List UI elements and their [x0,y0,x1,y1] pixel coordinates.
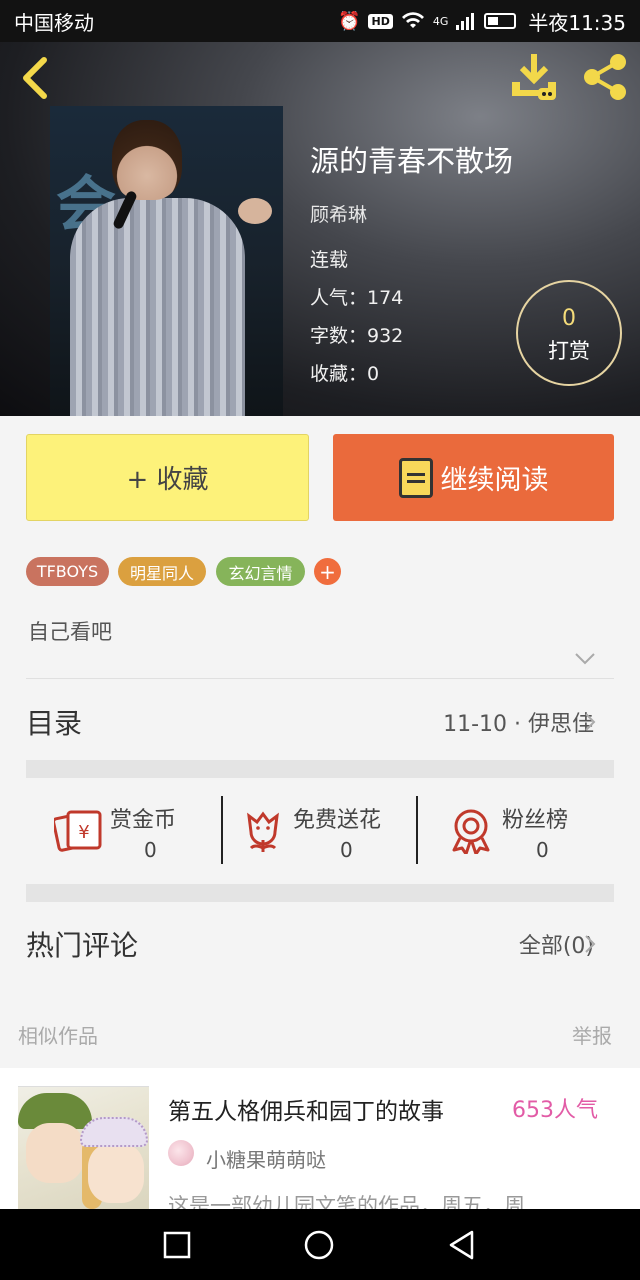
similar-book-title: 第五人格佣兵和园丁的故事 [168,1099,444,1125]
red-envelope-icon: ¥ [54,810,102,852]
divider [221,796,223,864]
book-header: 会 源的青春不散场 顾希琳 连载 人气：174 字数：932 收藏：0 0 打赏 [0,42,640,416]
home-icon[interactable] [303,1229,335,1261]
book-title: 源的青春不散场 [310,144,514,178]
tip-count: 0 [562,306,576,331]
book-popularity: 人气：174 [310,287,404,309]
book-favorites: 收藏：0 [310,363,380,385]
system-nav-bar [0,1209,640,1280]
medal-icon [452,809,490,854]
book-status: 连载 [310,249,349,271]
fan-ranking-label: 粉丝榜 [502,808,569,833]
avatar [168,1140,194,1166]
tag-tfboys[interactable]: TFBOYS [26,557,109,586]
status-bar: 中国移动 ⏰ HD 4G 半夜11:35 [0,0,640,42]
chevron-down-icon[interactable] [574,652,596,666]
recent-apps-icon[interactable] [161,1229,193,1261]
battery-icon [484,13,517,29]
all-comments-link[interactable]: 全部(0) [519,928,594,960]
continue-reading-label: 继续阅读 [440,465,549,496]
tip-button[interactable]: 0 打赏 [516,280,622,386]
share-icon[interactable] [580,52,630,102]
tag-fantasy-romance[interactable]: 玄幻言情 [216,557,305,586]
hot-comments-label: 热门评论 [26,929,139,962]
similar-book-card[interactable]: 第五人格佣兵和园丁的故事 653人气 小糖果萌萌哒 这是一部幼儿园文笔的作品，周… [0,1068,640,1218]
similar-book-author: 小糖果萌萌哒 [206,1148,326,1172]
book-author[interactable]: 顾希琳 [310,200,367,227]
report-button[interactable]: 举报 [572,1020,612,1049]
send-flower-label: 免费送花 [293,808,382,833]
chevron-right-icon[interactable] [584,712,596,732]
tag-celebrity-fanfic[interactable]: 明星同人 [118,557,206,586]
section-separator [26,884,614,902]
tip-label: 打赏 [548,339,590,363]
add-favorite-label: + 收藏 [126,465,209,495]
section-separator [26,760,614,778]
book-word-count: 字数：932 [310,325,404,347]
reward-coins-count: 0 [144,838,157,862]
download-icon[interactable] [508,52,560,102]
reward-coins-label: 赏金币 [110,808,177,833]
add-tag-button[interactable]: + [314,558,341,585]
chevron-right-icon[interactable] [584,934,596,954]
add-favorite-button[interactable]: + 收藏 [26,434,309,521]
similar-book-cover [18,1086,149,1216]
similar-book-popularity: 653人气 [512,1098,598,1123]
book-cover-image[interactable]: 会 [50,106,283,416]
alarm-icon: ⏰ [338,10,361,32]
latest-chapter[interactable]: 11-10 · 伊思佳 [443,706,594,738]
fan-ranking-button[interactable]: 粉丝榜 0 [450,796,590,866]
signal-icon [456,13,475,30]
similar-works-label: 相似作品 [18,1024,98,1048]
wifi-icon [401,12,424,28]
svg-text:¥: ¥ [78,822,89,843]
toc-label[interactable]: 目录 [26,702,82,742]
hd-icon: HD [368,13,393,29]
divider [26,678,614,679]
clock: 半夜11:35 [528,10,626,35]
back-icon[interactable] [16,56,56,100]
continue-reading-button[interactable]: 继续阅读 [333,434,614,521]
send-flower-count: 0 [340,838,353,862]
fan-ranking-count: 0 [536,838,549,862]
book-icon [398,457,433,498]
book-intro: 自己看吧 [28,620,112,644]
back-nav-icon[interactable] [446,1229,478,1261]
send-flower-button[interactable]: 免费送花 0 [243,796,413,866]
flower-icon [247,811,279,852]
divider [416,796,418,864]
network-type-label: 4G [432,14,449,28]
reward-coins-button[interactable]: ¥ 赏金币 0 [54,796,204,866]
carrier-label: 中国移动 [14,10,94,35]
